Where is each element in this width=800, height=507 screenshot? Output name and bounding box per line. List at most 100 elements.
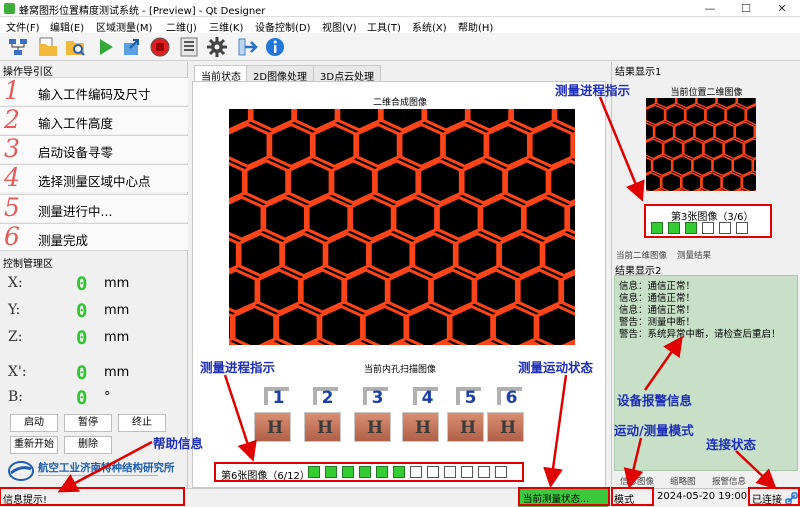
menu-device-control[interactable]: 设备控制(D)	[255, 19, 311, 34]
menu-edit[interactable]: 编辑(E)	[50, 19, 84, 34]
scan-thumbnail[interactable]: H	[304, 412, 341, 442]
stop-icon[interactable]	[149, 36, 171, 58]
delete-button[interactable]: 删除	[64, 436, 112, 454]
tab-alarm-info[interactable]: 报警信息	[712, 475, 746, 487]
menu-2d[interactable]: 二维(J)	[166, 19, 197, 34]
tab-2d-processing[interactable]: 2D图像处理	[246, 65, 315, 83]
scan-thumbnail[interactable]: H	[487, 412, 524, 442]
coord-x: X: 0 mm	[0, 273, 188, 298]
menu-file[interactable]: 文件(F)	[6, 19, 40, 34]
control-title: 控制管理区	[3, 259, 53, 270]
step-label: 测量完成	[38, 233, 89, 248]
app-icon	[4, 3, 15, 14]
step-2[interactable]: 2 输入工件高度	[0, 106, 188, 134]
coord-unit: mm	[104, 330, 130, 345]
thumb-letter: H	[367, 418, 384, 438]
annotation-measure-motion: 测量运动状态	[518, 360, 594, 375]
start-button[interactable]: 启动	[10, 414, 58, 432]
info-icon[interactable]	[264, 36, 286, 58]
arrow-right-icon[interactable]	[237, 36, 259, 58]
step-4[interactable]: 4 选择测量区域中心点	[0, 164, 188, 192]
progress-square	[736, 222, 748, 234]
scan-thumbnail[interactable]: H	[402, 412, 439, 442]
step-5[interactable]: 5 测量进行中...	[0, 194, 188, 222]
coord-b: B: 0 °	[0, 387, 188, 412]
thumb-letter: H	[317, 418, 334, 438]
menu-tools[interactable]: 工具(T)	[367, 19, 401, 34]
coord-value: 0	[76, 362, 88, 384]
tab-current-2d-image[interactable]: 当前二维图像	[616, 249, 667, 261]
step-3[interactable]: 3 启动设备寻零	[0, 135, 188, 163]
left-panel: 操作导引区 1 输入工件编码及尺寸 2 输入工件高度 3 启动设备寻零 4 选择…	[0, 62, 188, 488]
progress-square	[478, 466, 490, 478]
progress-square	[410, 466, 422, 478]
restart-button[interactable]: 重新开始	[10, 436, 58, 454]
tab-3d-processing[interactable]: 3D点云处理	[313, 65, 382, 83]
org-subline	[38, 475, 158, 479]
scan-progress-text: 第6张图像（6/12）	[221, 471, 310, 482]
scan-index-3: 3	[363, 387, 388, 407]
coord-z: Z: 0 mm	[0, 327, 188, 352]
thumb-letter: H	[500, 418, 517, 438]
coord-axis: B:	[8, 389, 24, 405]
coord-axis: X:	[8, 275, 23, 291]
step-label: 测量进行中...	[38, 204, 113, 219]
menu-3d[interactable]: 三维(K)	[209, 19, 243, 34]
coord-value: 0	[76, 327, 88, 349]
annotation-connection-state: 连接状态	[706, 437, 757, 452]
coord-unit: °	[104, 390, 111, 405]
minimize-button[interactable]: —	[692, 0, 728, 17]
terminate-button[interactable]: 终止	[118, 414, 166, 432]
progress-square	[444, 466, 456, 478]
tab-info-image[interactable]: 信息图像	[620, 475, 654, 487]
menu-system[interactable]: 系统(X)	[412, 19, 447, 34]
window-title: 蜂窝图形位置精度测试系统 - [Preview] - Qt Designer	[19, 6, 266, 17]
coord-value: 0	[76, 273, 88, 295]
scan-thumbnail[interactable]: H	[447, 412, 484, 442]
progress-square	[325, 466, 337, 478]
scan-progress-indicator: 第6张图像（6/12）	[214, 462, 524, 482]
coord-axis: Z:	[8, 329, 23, 345]
scan-thumbnail[interactable]: H	[254, 412, 291, 442]
progress-square	[719, 222, 731, 234]
scan-index-4: 4	[413, 387, 438, 407]
annotation-measure-progress-right: 测量进程指示	[555, 83, 631, 98]
connect-icon[interactable]	[7, 36, 29, 58]
thumb-letter: H	[415, 418, 432, 438]
scan-thumbnail[interactable]: H	[354, 412, 391, 442]
org-logo: 航空工业济南特种结构研究所	[8, 458, 183, 486]
center-panel: 当前状态 2D图像处理 3D点云处理 二维合成图像 当前内孔扫描图像 1 2 3…	[190, 62, 608, 488]
tab-thumbnails[interactable]: 缩略图	[670, 475, 696, 487]
progress-square	[359, 466, 371, 478]
image-progress-indicator: 第3张图像（3/6）	[644, 204, 772, 238]
progress-square	[427, 466, 439, 478]
play-icon[interactable]	[95, 36, 117, 58]
coord-axis: Y:	[8, 302, 21, 318]
tab-measure-result[interactable]: 测量结果	[677, 249, 711, 261]
menu-help[interactable]: 帮助(H)	[458, 19, 493, 34]
export-icon[interactable]	[121, 36, 143, 58]
list-icon[interactable]	[178, 36, 200, 58]
step-label: 输入工件高度	[38, 116, 114, 131]
log-line: 警告：系统异常中断，请检查后重启！	[619, 329, 781, 340]
step-number: 6	[4, 222, 20, 251]
close-button[interactable]: ✕	[764, 0, 800, 17]
maximize-button[interactable]: ☐	[728, 0, 764, 17]
scan-index-5: 5	[456, 387, 481, 407]
pause-button[interactable]: 暂停	[64, 414, 112, 432]
menu-view[interactable]: 视图(V)	[322, 19, 357, 34]
scan-index-2: 2	[313, 387, 338, 407]
progress-square	[685, 222, 697, 234]
step-number: 3	[4, 134, 20, 163]
search-folder-icon[interactable]	[64, 36, 86, 58]
folder-icon[interactable]	[37, 36, 59, 58]
annotation-measure-progress-center: 测量进程指示	[200, 360, 276, 375]
tab-current-state[interactable]: 当前状态	[194, 65, 248, 83]
step-label: 输入工件编码及尺寸	[38, 87, 151, 102]
step-1[interactable]: 1 输入工件编码及尺寸	[0, 77, 188, 105]
hint-highlight-box	[0, 487, 185, 506]
gear-icon[interactable]	[206, 36, 228, 58]
step-6[interactable]: 6 测量完成	[0, 223, 188, 251]
progress-square	[702, 222, 714, 234]
menu-area-measure[interactable]: 区域测量(M)	[96, 19, 152, 34]
